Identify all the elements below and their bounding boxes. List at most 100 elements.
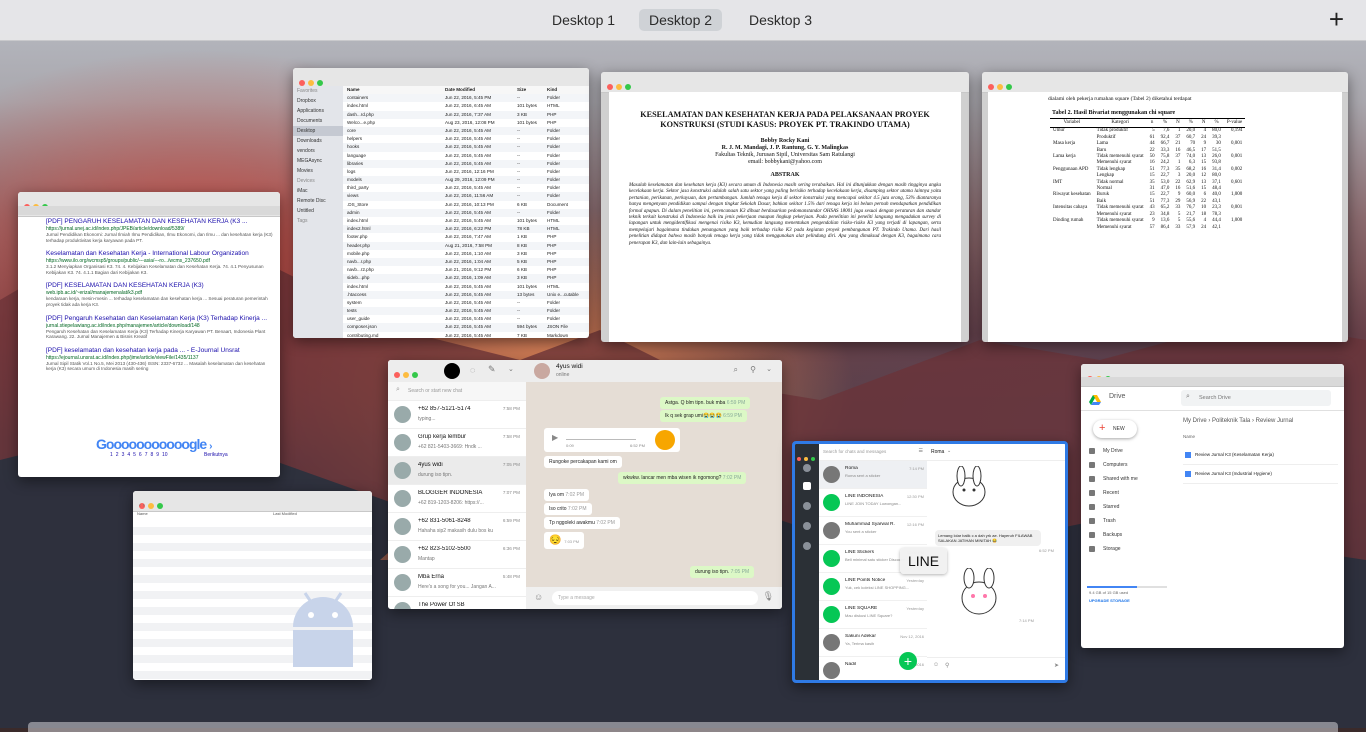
sidebar-item[interactable]: Remote Disc: [293, 196, 343, 206]
file-row[interactable]: views Jun 22, 2016, 11:56 AM -- Folder: [343, 192, 589, 201]
contact-avatar[interactable]: [534, 363, 550, 379]
file-row[interactable]: models Aug 29, 2016, 12:09 PM -- Folder: [343, 176, 589, 185]
sidebar-item[interactable]: Movies: [293, 166, 343, 176]
file-row[interactable]: footer.php Jun 22, 2016, 7:47 AM 1 KB PHP: [343, 233, 589, 241]
col-last-modified[interactable]: Last Modified: [273, 511, 297, 516]
sidebar-item[interactable]: Applications: [293, 106, 343, 116]
browser-tab-strip[interactable]: [1081, 377, 1344, 386]
desktop-3-tab[interactable]: Desktop 3: [739, 9, 822, 31]
chat-list-item[interactable]: Grup kerja lembur +62 821-5403-3669: Hndk…: [388, 429, 526, 457]
file-row[interactable]: user_guide Jun 22, 2016, 5:45 AM -- Folder: [343, 315, 589, 323]
wa-search-bar[interactable]: ⌕ Search or start new chat: [388, 382, 526, 401]
chat-list-item[interactable]: BLOGGER INDONESIA +62 819-1203-8206: http…: [388, 485, 526, 513]
file-row[interactable]: sideb...php Jun 22, 2016, 1:09 AM 3 KB PHP: [343, 274, 589, 283]
result-title-link[interactable]: Keselamatan dan Kesehatan Kerja - Intern…: [46, 250, 274, 258]
chats-icon[interactable]: [803, 482, 811, 490]
drive-window[interactable]: Drive ⌕ Search Drive + NEW My Drive Compu…: [1081, 364, 1344, 648]
page-number-link[interactable]: 5: [133, 452, 136, 458]
file-row[interactable]: hooks Jun 22, 2016, 5:45 AM -- Folder: [343, 143, 589, 152]
file-row[interactable]: index2.html Jun 22, 2016, 6:22 PM 78 KB HTM…: [343, 225, 589, 234]
page-number-link[interactable]: 8: [150, 452, 153, 458]
file-row[interactable]: index.html Jun 22, 2016, 5:45 AM 101 bytes…: [343, 283, 589, 291]
new-chat-icon[interactable]: ✎: [488, 364, 496, 375]
microphone-icon[interactable]: 🎙: [763, 591, 774, 602]
file-row[interactable]: libraries Jun 22, 2016, 5:45 AM -- Folder: [343, 159, 589, 168]
result-title-link[interactable]: [PDF] keselamatan dan kesehatan kerja pa…: [46, 347, 274, 355]
drive-nav-item[interactable]: Trash: [1081, 514, 1173, 528]
drive-nav-item[interactable]: My Drive: [1081, 444, 1173, 458]
col-kind[interactable]: Kind: [547, 86, 587, 94]
file-row[interactable]: index.html Jun 22, 2016, 5:45 AM 101 bytes…: [343, 217, 589, 225]
attach-icon[interactable]: ⚲: [750, 365, 756, 374]
chevron-down-icon[interactable]: ⌄: [766, 365, 772, 373]
page-number-link[interactable]: 1: [110, 452, 113, 458]
add-chat-button[interactable]: +: [899, 652, 917, 670]
next-page-link[interactable]: Berikutnya: [204, 452, 228, 458]
page-number-link[interactable]: 2: [116, 452, 119, 458]
sidebar-item[interactable]: MEGAsync: [293, 156, 343, 166]
chevron-right-icon[interactable]: ›: [209, 441, 213, 452]
result-title-link[interactable]: [PDF] KESELAMATAN DAN KESEHATAN KERJA (K…: [46, 282, 274, 290]
page-number-link[interactable]: 3: [122, 452, 125, 458]
drive-nav-item[interactable]: Shared with me: [1081, 472, 1173, 486]
drive-nav-item[interactable]: Recent: [1081, 486, 1173, 500]
file-row[interactable]: admin Jun 22, 2016, 5:45 AM -- Folder: [343, 208, 589, 217]
breadcrumb-item[interactable]: Politeknik Tala: [1212, 418, 1250, 424]
filter-icon[interactable]: ☰: [919, 448, 923, 454]
file-row[interactable]: index.html Jun 22, 2016, 6:45 AM 101 bytes…: [343, 102, 589, 110]
voice-message[interactable]: ▶ 0:09 6:52 PM: [544, 428, 680, 452]
profile-avatar[interactable]: [444, 363, 460, 379]
chat-list-item[interactable]: Muhammad Syarwal R. You sent a sticker 12:…: [819, 517, 927, 545]
chat-list-item[interactable]: LINE Points Notice Yuk, cek koleksi LINE …: [819, 573, 927, 601]
status-icon[interactable]: ◌: [470, 365, 475, 375]
calls-icon[interactable]: [803, 522, 811, 530]
drive-file-row[interactable]: Review Jurnal K3 (Keselamatan Kerja): [1183, 446, 1338, 465]
emoji-icon[interactable]: ☺: [933, 662, 939, 668]
page-number-link[interactable]: 6: [139, 452, 142, 458]
breadcrumb-item[interactable]: Review Jurnal: [1256, 418, 1294, 424]
chat-list-item[interactable]: +62 831-5061-8248 Hahaha sip2 makasih dul…: [388, 513, 526, 541]
message-input[interactable]: Type a message: [552, 591, 758, 605]
dock[interactable]: [28, 722, 1338, 732]
chat-list-item[interactable]: +62 823-5102-5500 Mantap 6:36 PM: [388, 541, 526, 569]
page-number-link[interactable]: 7: [145, 452, 148, 458]
audio-track[interactable]: [566, 439, 636, 440]
file-row[interactable]: core Jun 22, 2016, 5:45 AM -- Folder: [343, 126, 589, 136]
page-number-link[interactable]: 9: [156, 452, 159, 458]
chevron-down-icon[interactable]: ⌄: [947, 448, 951, 454]
add-desktop-button[interactable]: +: [1329, 6, 1344, 32]
chat-list-item[interactable]: LINE SQUARE Mau diskusi LINE Square? Yeste…: [819, 601, 927, 629]
file-row[interactable]: third_party Jun 22, 2016, 5:45 AM -- Folder: [343, 184, 589, 192]
chevron-down-icon[interactable]: ⌄: [508, 365, 514, 373]
file-row[interactable]: language Jun 22, 2016, 5:45 AM -- Folder: [343, 152, 589, 160]
sidebar-item[interactable]: vendors: [293, 146, 343, 156]
page-number-link[interactable]: 10: [162, 452, 168, 458]
drive-nav-item[interactable]: Storage: [1081, 542, 1173, 556]
col-name[interactable]: Name: [137, 511, 148, 516]
browser-google-window[interactable]: [PDF] PENGARUH KESELAMATAN DAN KESEHATAN…: [18, 192, 280, 477]
sidebar-item[interactable]: Documents: [293, 116, 343, 126]
pdf-preview-window-2[interactable]: dialami oleh pekerja rumahan square (Tab…: [982, 72, 1348, 342]
result-title-link[interactable]: [PDF] Pengaruh Kesehatan dan Keselamatan…: [46, 315, 274, 323]
emoji-icon[interactable]: ☺: [534, 592, 543, 602]
chat-list-item[interactable]: The Power Of SB: [388, 597, 526, 609]
friends-icon[interactable]: [803, 464, 811, 472]
breadcrumb-item[interactable]: My Drive: [1183, 418, 1207, 424]
window-controls[interactable]: [394, 365, 421, 383]
file-row[interactable]: helpers Jun 22, 2016, 5:45 AM -- Folder: [343, 135, 589, 143]
chat-list-item[interactable]: 4yus widi durung iso tipn. 7:05 PM: [388, 457, 526, 485]
attach-icon[interactable]: ⚲: [945, 662, 949, 669]
desktop-1-tab[interactable]: Desktop 1: [542, 9, 625, 31]
chat-list-item[interactable]: LINE INDONESIA LINE JOIN TODAY Lowongan..…: [819, 489, 927, 517]
sidebar-item[interactable]: Desktop: [293, 126, 343, 136]
line-compose-bar[interactable]: ☺ ⚲ ➤: [927, 657, 1065, 680]
file-row[interactable]: containers Jun 22, 2016, 5:45 PM -- Folder: [343, 94, 589, 103]
result-title-link[interactable]: [PDF] PENGARUH KESELAMATAN DAN KESEHATAN…: [46, 218, 274, 226]
line-search-bar[interactable]: Search for chats and messages ☰: [819, 444, 927, 461]
sidebar-item[interactable]: Untitled: [293, 206, 343, 216]
drive-search-input[interactable]: ⌕ Search Drive: [1181, 390, 1331, 406]
file-row[interactable]: mobile.php Jun 22, 2016, 1:10 AM 3 KB PHP: [343, 250, 589, 258]
drive-nav-item[interactable]: Starred: [1081, 500, 1173, 514]
file-row[interactable]: .htaccess Jun 22, 2016, 5:45 AM 13 bytes Un…: [343, 290, 589, 299]
sidebar-item[interactable]: Dropbox: [293, 96, 343, 106]
